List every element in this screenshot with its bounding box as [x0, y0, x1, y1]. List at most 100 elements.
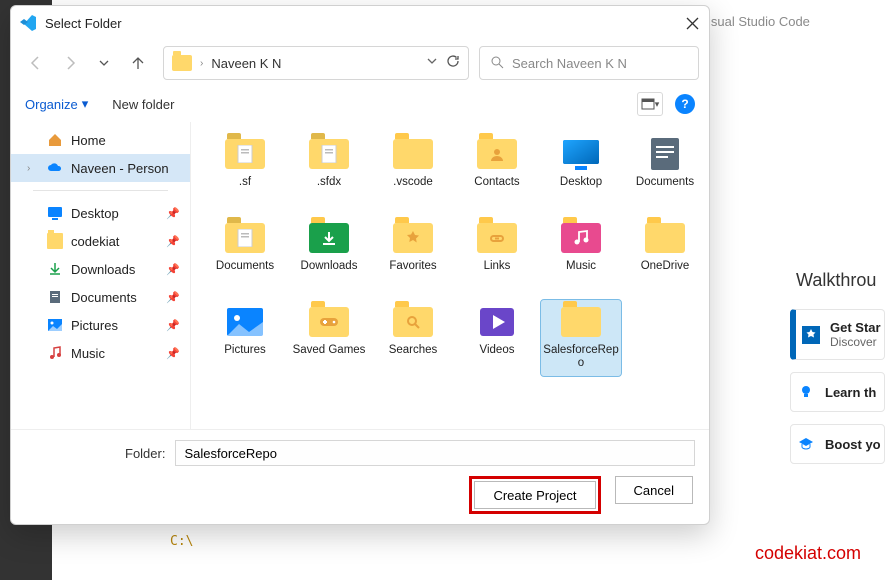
- folder-label: Videos: [480, 344, 515, 372]
- address-bar[interactable]: › Naveen K N: [163, 46, 469, 80]
- pin-icon: 📌: [166, 347, 180, 360]
- new-folder-button[interactable]: New folder: [112, 97, 174, 112]
- select-folder-dialog: Select Folder › Naveen K N Search Naveen…: [10, 5, 710, 525]
- refresh-button[interactable]: [446, 54, 460, 73]
- folder-tile[interactable]: Music: [541, 216, 621, 292]
- chevron-down-icon: ▾: [82, 96, 89, 112]
- folder-icon: [172, 55, 192, 71]
- folder-icon: [391, 220, 435, 256]
- cloud-icon: [47, 160, 63, 176]
- music-icon: [47, 345, 63, 361]
- folder-label: Saved Games: [293, 344, 366, 372]
- folder-tile[interactable]: Searches: [373, 300, 453, 376]
- mortarboard-icon: [797, 435, 815, 453]
- folder-label: OneDrive: [641, 260, 690, 288]
- folder-icon: [475, 136, 519, 172]
- walkthrough-card-get-started[interactable]: Get StarDiscover: [790, 309, 885, 360]
- folder-icon: [559, 220, 603, 256]
- close-button[interactable]: [683, 14, 701, 32]
- sidebar-item-onedrive[interactable]: › Naveen - Person: [11, 154, 190, 182]
- folder-tile[interactable]: Documents: [205, 216, 285, 292]
- walkthrough-card-learn[interactable]: Learn th: [790, 372, 885, 412]
- pin-icon: 📌: [166, 207, 180, 220]
- folder-icon: [223, 220, 267, 256]
- folder-label: Searches: [389, 344, 438, 372]
- folder-tile[interactable]: .sfdx: [289, 132, 369, 208]
- forward-button[interactable]: [55, 48, 85, 78]
- dialog-title: Select Folder: [45, 16, 122, 31]
- folder-tile[interactable]: Downloads: [289, 216, 369, 292]
- folder-label: Favorites: [389, 260, 436, 288]
- address-path: Naveen K N: [211, 56, 281, 71]
- folder-tile[interactable]: Documents: [625, 132, 705, 208]
- sidebar-item-codekiat[interactable]: codekiat📌: [11, 227, 190, 255]
- document-icon: [47, 289, 63, 305]
- folder-tile[interactable]: .sf: [205, 132, 285, 208]
- sidebar: Home › Naveen - Person Desktop📌 codekiat…: [11, 122, 191, 429]
- folder-label: Documents: [636, 176, 694, 204]
- folder-tile[interactable]: Saved Games: [289, 300, 369, 376]
- folder-label: Music: [566, 260, 596, 288]
- folder-name-input[interactable]: [175, 440, 695, 466]
- folder-label: Downloads: [301, 260, 358, 288]
- cancel-button[interactable]: Cancel: [615, 476, 693, 504]
- vscode-icon: [19, 14, 37, 32]
- up-button[interactable]: [123, 48, 153, 78]
- search-input[interactable]: Search Naveen K N: [479, 46, 699, 80]
- terminal-cwd: C:\: [170, 534, 193, 549]
- lightbulb-icon: [797, 383, 815, 401]
- folder-tile[interactable]: Links: [457, 216, 537, 292]
- sidebar-item-downloads[interactable]: Downloads📌: [11, 255, 190, 283]
- folder-tile[interactable]: .vscode: [373, 132, 453, 208]
- organize-menu[interactable]: Organize ▾: [25, 96, 88, 112]
- folder-tile[interactable]: Desktop: [541, 132, 621, 208]
- desktop-icon: [47, 205, 63, 221]
- folder-label: Contacts: [474, 176, 519, 204]
- home-icon: [47, 132, 63, 148]
- dialog-toolbar: Organize ▾ New folder ▾ ?: [11, 86, 709, 122]
- nav-row: › Naveen K N Search Naveen K N: [11, 40, 709, 86]
- search-placeholder: Search Naveen K N: [512, 56, 627, 71]
- search-icon: [490, 55, 504, 72]
- walkthrough-card-boost[interactable]: Boost yo: [790, 424, 885, 464]
- sidebar-item-pictures[interactable]: Pictures📌: [11, 311, 190, 339]
- folder-tile[interactable]: Videos: [457, 300, 537, 376]
- folder-tile[interactable]: OneDrive: [625, 216, 705, 292]
- folder-icon: [391, 304, 435, 340]
- chevron-down-icon[interactable]: [426, 54, 438, 72]
- pin-icon: 📌: [166, 235, 180, 248]
- back-button[interactable]: [21, 48, 51, 78]
- folder-label: Links: [484, 260, 511, 288]
- file-grid: .sf .sfdx .vscode Contacts Desktop Documents D…: [191, 122, 709, 429]
- folder-icon: [223, 304, 267, 340]
- folder-icon: [391, 136, 435, 172]
- folder-tile[interactable]: Contacts: [457, 132, 537, 208]
- walkthroughs-panel: Walkthrou Get StarDiscover Learn th Boos…: [790, 270, 885, 476]
- folder-tile[interactable]: Pictures: [205, 300, 285, 376]
- download-icon: [47, 261, 63, 277]
- folder-icon: [475, 220, 519, 256]
- folder-icon: [559, 304, 603, 340]
- help-button[interactable]: ?: [675, 94, 695, 114]
- folder-tile[interactable]: SalesforceRepo: [541, 300, 621, 376]
- folder-icon: [559, 136, 603, 172]
- folder-name-label: Folder:: [125, 446, 165, 461]
- chevron-right-icon: ›: [200, 58, 203, 69]
- folder-icon: [643, 220, 687, 256]
- highlight-annotation: Create Project: [469, 476, 600, 514]
- sidebar-item-music[interactable]: Music📌: [11, 339, 190, 367]
- sidebar-item-documents[interactable]: Documents📌: [11, 283, 190, 311]
- folder-icon: [47, 233, 63, 249]
- view-options-button[interactable]: ▾: [637, 92, 663, 116]
- folder-icon: [307, 220, 351, 256]
- folder-label: .sf: [239, 176, 251, 204]
- recent-locations-button[interactable]: [89, 48, 119, 78]
- folder-tile[interactable]: Favorites: [373, 216, 453, 292]
- sidebar-item-desktop[interactable]: Desktop📌: [11, 199, 190, 227]
- create-project-button[interactable]: Create Project: [474, 481, 595, 509]
- pin-icon: 📌: [166, 291, 180, 304]
- pin-icon: 📌: [166, 263, 180, 276]
- folder-label: .vscode: [393, 176, 433, 204]
- folder-icon: [307, 136, 351, 172]
- sidebar-item-home[interactable]: Home: [11, 126, 190, 154]
